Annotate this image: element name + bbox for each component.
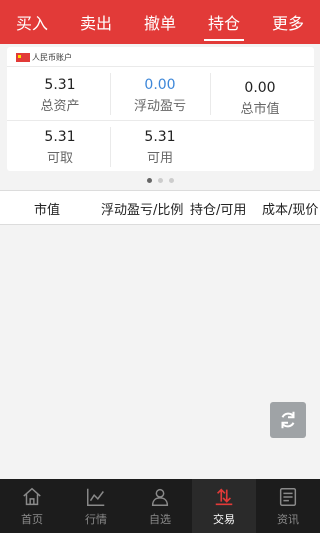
positions-table-header: 市值 浮动盈亏/比例 持仓/可用 成本/现价 xyxy=(0,190,320,225)
withdrawable-value: 5.31 xyxy=(44,129,76,145)
page-dot[interactable] xyxy=(157,178,163,183)
page-dot[interactable] xyxy=(146,178,152,183)
nav-market-label: 行情 xyxy=(85,512,107,526)
market-value: 0.00 总市值 xyxy=(210,80,310,117)
market-value-value: 0.00 xyxy=(244,80,276,96)
bottom-nav: 首页 行情 自选 交易 资讯 xyxy=(0,479,320,533)
available-value: 5.31 xyxy=(144,129,176,145)
tab-positions[interactable]: 持仓 xyxy=(192,0,256,44)
divider xyxy=(7,66,314,67)
top-tab-bar: 买入 卖出 撤单 持仓 更多 xyxy=(0,0,320,44)
chart-icon xyxy=(87,488,105,506)
col-header-holdings[interactable]: 持仓/可用 xyxy=(190,199,246,218)
page-dot[interactable] xyxy=(168,178,174,183)
home-icon xyxy=(23,487,41,505)
market-value-label: 总市值 xyxy=(240,102,280,117)
nav-watchlist[interactable]: 自选 xyxy=(128,479,192,533)
total-assets-label: 总资产 xyxy=(40,99,80,114)
nav-news-label: 资讯 xyxy=(277,512,299,526)
total-assets-value: 5.31 xyxy=(44,77,76,93)
nav-trade-label: 交易 xyxy=(213,512,235,526)
nav-home[interactable]: 首页 xyxy=(0,479,64,533)
floating-pl-value: 0.00 xyxy=(144,77,176,93)
total-assets: 5.31 总资产 xyxy=(10,77,110,114)
tab-buy[interactable]: 买入 xyxy=(0,0,64,44)
tab-sell[interactable]: 卖出 xyxy=(64,0,128,44)
nav-market[interactable]: 行情 xyxy=(64,479,128,533)
divider xyxy=(7,120,314,121)
nav-news[interactable]: 资讯 xyxy=(256,479,320,533)
col-header-market-value[interactable]: 市值 xyxy=(34,199,60,218)
page-indicator xyxy=(0,178,320,183)
withdrawable: 5.31 可取 xyxy=(10,129,110,166)
col-header-floating-pl[interactable]: 浮动盈亏/比例 xyxy=(101,199,183,218)
account-label: 人民币账户 xyxy=(16,52,72,63)
refresh-icon xyxy=(281,411,295,429)
available-label: 可用 xyxy=(146,151,173,166)
cny-flag-icon xyxy=(16,53,30,62)
nav-watchlist-label: 自选 xyxy=(149,512,171,526)
account-summary-card: 人民币账户 5.31 总资产 0.00 浮动盈亏 0.00 总市值 5.31 可… xyxy=(7,47,314,171)
nav-home-label: 首页 xyxy=(21,512,43,526)
floating-pl: 0.00 浮动盈亏 xyxy=(110,77,210,114)
tab-more[interactable]: 更多 xyxy=(256,0,320,44)
available: 5.31 可用 xyxy=(110,129,210,166)
trade-icon xyxy=(215,487,233,505)
nav-trade[interactable]: 交易 xyxy=(192,479,256,533)
withdrawable-label: 可取 xyxy=(46,151,73,166)
person-icon xyxy=(151,488,169,506)
floating-pl-label: 浮动盈亏 xyxy=(133,99,186,114)
account-name: 人民币账户 xyxy=(32,53,72,62)
col-header-cost-price[interactable]: 成本/现价 xyxy=(262,199,318,218)
refresh-button[interactable] xyxy=(270,402,306,438)
tab-cancel-order[interactable]: 撤单 xyxy=(128,0,192,44)
news-icon xyxy=(279,487,297,506)
